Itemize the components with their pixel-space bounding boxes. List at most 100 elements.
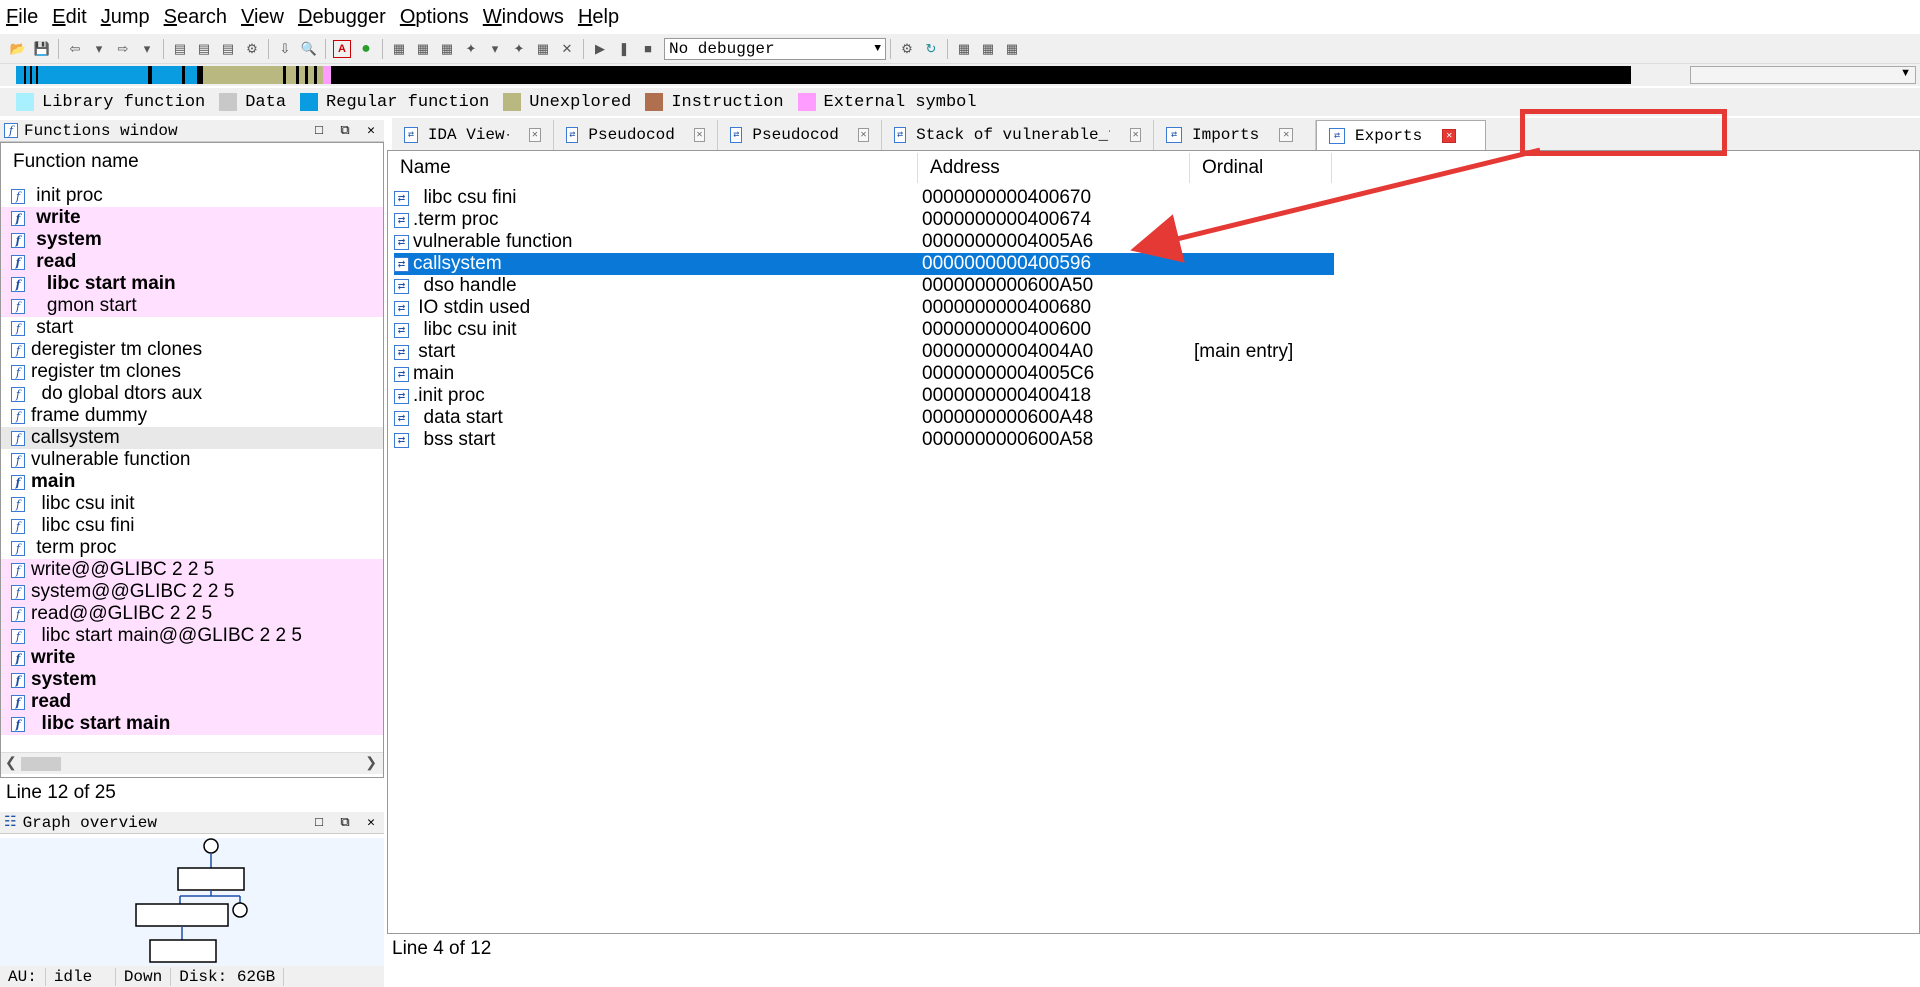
function-row[interactable]: f libc start main@@GLIBC 2 2 5 bbox=[1, 625, 383, 647]
menu-options[interactable]: Options bbox=[400, 6, 469, 29]
export-row[interactable]: ⇄ dso handle 0000000000600A50 bbox=[394, 275, 1334, 297]
tab-ida-view-a[interactable]: ⇄ IDA View-A ✕ bbox=[392, 120, 554, 150]
menu-jump[interactable]: Jump bbox=[101, 6, 150, 29]
close-tab-icon[interactable]: ✕ bbox=[1130, 128, 1141, 142]
function-row[interactable]: f vulnerable function bbox=[1, 449, 383, 471]
export-row[interactable]: ⇄ IO stdin used 0000000000400680 bbox=[394, 297, 1334, 319]
export-row[interactable]: ⇄ libc csu fini 0000000000400670 bbox=[394, 187, 1334, 209]
debug-icon-2[interactable]: ↻ bbox=[922, 40, 940, 58]
function-row[interactable]: f do global dtors aux bbox=[1, 383, 383, 405]
graph-icon-1[interactable]: ▦ bbox=[390, 40, 408, 58]
search-text-icon[interactable]: ▤ bbox=[171, 40, 189, 58]
close-icon[interactable]: ✕ bbox=[358, 815, 384, 830]
window-icon-2[interactable]: ▦ bbox=[979, 40, 997, 58]
function-row[interactable]: f write bbox=[1, 207, 383, 229]
back-icon[interactable]: ⇦ bbox=[66, 40, 84, 58]
export-row[interactable]: ⇄ main 00000000004005C6 bbox=[394, 363, 1334, 385]
tab-pseudocode-b[interactable]: ⇄ Pseudocode-B ✕ bbox=[554, 120, 718, 150]
navigation-strip[interactable] bbox=[16, 66, 1672, 84]
forward-icon[interactable]: ⇨ bbox=[114, 40, 132, 58]
export-row[interactable]: ⇄ data start 0000000000600A48 bbox=[394, 407, 1334, 429]
float-icon[interactable]: □ bbox=[306, 815, 332, 830]
pause-icon[interactable]: ❚ bbox=[615, 40, 633, 58]
function-row[interactable]: f libc start main bbox=[1, 713, 383, 735]
export-row[interactable]: ⇄ .term proc 0000000000400674 bbox=[394, 209, 1334, 231]
export-row[interactable]: ⇄ callsystem 0000000000400596 bbox=[394, 253, 1334, 275]
close-tab-icon[interactable]: ✕ bbox=[528, 128, 541, 142]
function-row[interactable]: f write bbox=[1, 647, 383, 669]
close-tab-icon[interactable]: ✕ bbox=[694, 128, 705, 142]
jump-icon[interactable]: ⇩ bbox=[276, 40, 294, 58]
export-row[interactable]: ⇄ bss start 0000000000600A58 bbox=[394, 429, 1334, 451]
close-tab-icon[interactable]: ✕ bbox=[1442, 128, 1457, 143]
search-immediate-icon[interactable]: ▤ bbox=[219, 40, 237, 58]
menu-windows[interactable]: Windows bbox=[483, 6, 564, 29]
function-row[interactable]: f start bbox=[1, 317, 383, 339]
close-tab-icon[interactable]: ✕ bbox=[858, 128, 869, 142]
graph-icon-3[interactable]: ▦ bbox=[438, 40, 456, 58]
search-next-icon[interactable]: ⚙ bbox=[243, 40, 261, 58]
function-row[interactable]: f libc csu fini bbox=[1, 515, 383, 537]
back-dropdown-icon[interactable]: ▾ bbox=[90, 40, 108, 58]
letter-a-icon[interactable]: A bbox=[333, 39, 351, 58]
menu-file[interactable]: File bbox=[6, 6, 38, 29]
column-header-ordinal[interactable]: Ordinal bbox=[1190, 153, 1332, 183]
close-x-icon[interactable]: ✕ bbox=[558, 40, 576, 58]
function-row[interactable]: f deregister tm clones bbox=[1, 339, 383, 361]
open-icon[interactable]: 📂 bbox=[9, 40, 27, 58]
export-row[interactable]: ⇄ start 00000000004004A0 [main entry] bbox=[394, 341, 1334, 363]
horizontal-scrollbar[interactable]: ❮ ❯ bbox=[1, 752, 383, 774]
run-green-icon[interactable]: ● bbox=[357, 40, 375, 58]
function-row[interactable]: f read@@GLIBC 2 2 5 bbox=[1, 603, 383, 625]
graph-icon-6[interactable]: ▦ bbox=[534, 40, 552, 58]
menu-help[interactable]: Help bbox=[578, 6, 619, 29]
graph-icon-4[interactable]: ✦ bbox=[462, 40, 480, 58]
find-icon[interactable]: 🔍 bbox=[300, 40, 318, 58]
tab-exports[interactable]: ⇄ Exports ✕ bbox=[1316, 120, 1486, 150]
function-row[interactable]: f gmon start bbox=[1, 295, 383, 317]
debug-icon-1[interactable]: ⚙ bbox=[898, 40, 916, 58]
function-row[interactable]: f libc start main bbox=[1, 273, 383, 295]
restore-icon[interactable]: ⧉ bbox=[332, 815, 358, 830]
function-row[interactable]: f system bbox=[1, 229, 383, 251]
tab-pseudocode-a[interactable]: ⇄ Pseudocode-A ✕ bbox=[718, 120, 882, 150]
graph-icon-5[interactable]: ✦ bbox=[510, 40, 528, 58]
stop-icon[interactable]: ■ bbox=[639, 40, 657, 58]
function-row[interactable]: f callsystem bbox=[1, 427, 383, 449]
function-row[interactable]: f register tm clones bbox=[1, 361, 383, 383]
scroll-thumb[interactable] bbox=[21, 757, 61, 771]
export-row[interactable]: ⇄ libc csu init 0000000000400600 bbox=[394, 319, 1334, 341]
function-row[interactable]: f system@@GLIBC 2 2 5 bbox=[1, 581, 383, 603]
graph-overview[interactable] bbox=[0, 838, 384, 966]
close-icon[interactable]: ✕ bbox=[358, 123, 384, 138]
function-row[interactable]: f system bbox=[1, 669, 383, 691]
menu-edit[interactable]: Edit bbox=[52, 6, 86, 29]
export-row[interactable]: ⇄ .init proc 0000000000400418 bbox=[394, 385, 1334, 407]
column-header-address[interactable]: Address bbox=[918, 153, 1190, 183]
function-name-header[interactable]: Function name bbox=[1, 151, 139, 177]
close-tab-icon[interactable]: ✕ bbox=[1279, 128, 1294, 142]
window-icon-3[interactable]: ▦ bbox=[1003, 40, 1021, 58]
play-icon[interactable]: ▶ bbox=[591, 40, 609, 58]
column-header-name[interactable]: Name bbox=[388, 153, 918, 183]
function-row[interactable]: f read bbox=[1, 691, 383, 713]
function-row[interactable]: f libc csu init bbox=[1, 493, 383, 515]
search-binary-icon[interactable]: ▤ bbox=[195, 40, 213, 58]
debugger-select[interactable]: No debugger ▼ bbox=[664, 37, 886, 60]
menu-debugger[interactable]: Debugger bbox=[298, 6, 386, 29]
function-row[interactable]: f main bbox=[1, 471, 383, 493]
restore-icon[interactable]: ⧉ bbox=[332, 123, 358, 138]
tab-imports[interactable]: ⇄ Imports ✕ bbox=[1154, 120, 1316, 150]
export-row[interactable]: ⇄ vulnerable function 00000000004005A6 bbox=[394, 231, 1334, 253]
menu-view[interactable]: View bbox=[241, 6, 284, 29]
graph-dropdown-icon[interactable]: ▾ bbox=[486, 40, 504, 58]
forward-dropdown-icon[interactable]: ▾ bbox=[138, 40, 156, 58]
function-row[interactable]: f frame dummy bbox=[1, 405, 383, 427]
menu-search[interactable]: Search bbox=[164, 6, 227, 29]
function-row[interactable]: f term proc bbox=[1, 537, 383, 559]
save-icon[interactable]: 💾 bbox=[33, 40, 51, 58]
navigation-combo[interactable]: ▼ bbox=[1690, 66, 1916, 84]
scroll-right-icon[interactable]: ❯ bbox=[365, 754, 377, 771]
graph-icon-2[interactable]: ▦ bbox=[414, 40, 432, 58]
tab-stack-of-vulnerable-function[interactable]: ⇄ Stack of vulnerable_function ✕ bbox=[882, 120, 1154, 150]
